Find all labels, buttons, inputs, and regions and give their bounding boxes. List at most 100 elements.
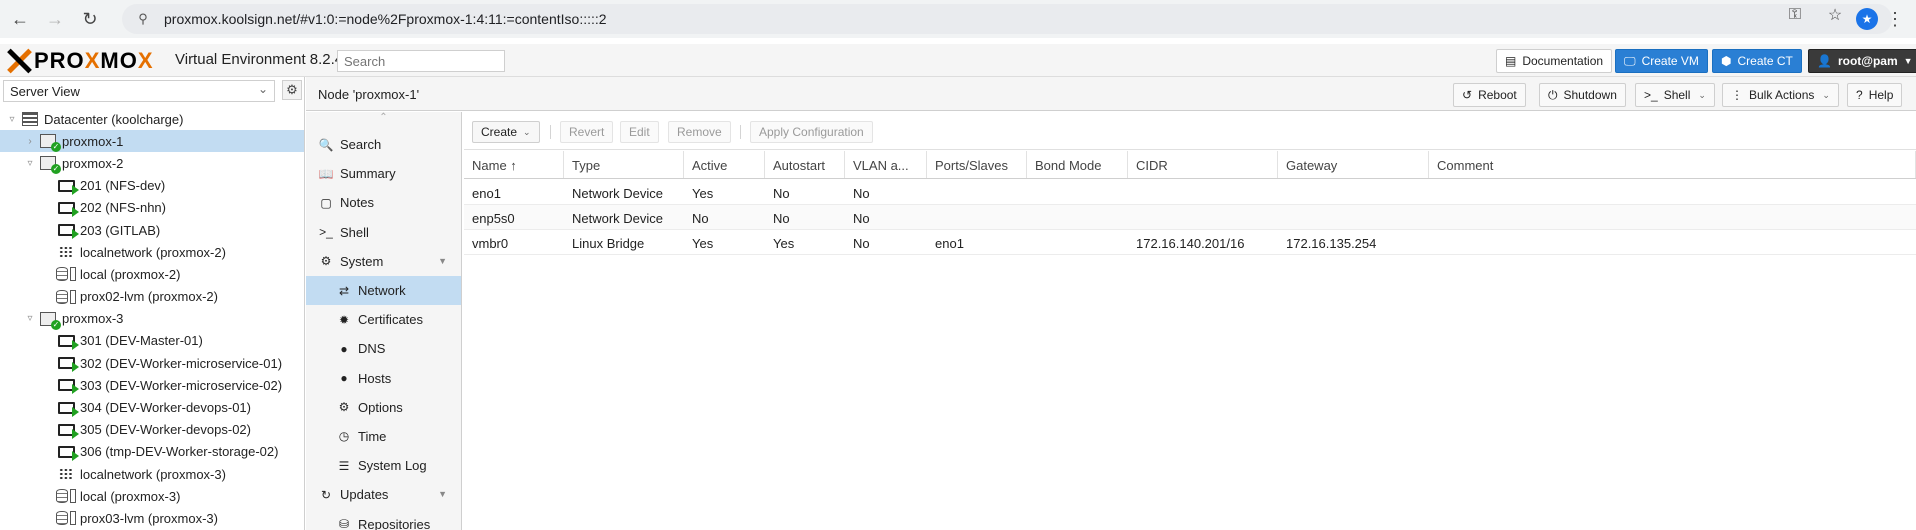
tree-item[interactable]: prox02-lvm (proxmox-2) [0,286,304,308]
notes-icon: ▢ [320,195,332,210]
column-header-comment[interactable]: Comment [1429,151,1916,178]
globe-icon: ● [340,371,348,386]
column-header-autostart[interactable]: Autostart [765,151,845,178]
tree-item[interactable]: prox03-lvm (proxmox-3) [0,507,304,529]
summary-icon: 📖 [318,166,334,181]
create-button[interactable]: Create ⌄ [472,121,540,143]
documentation-button[interactable]: ▤ Documentation [1496,49,1613,73]
back-icon[interactable]: ← [5,4,35,34]
tree-item[interactable]: 302 (DEV-Worker-microservice-01) [0,352,304,374]
tree-item[interactable]: 305 (DEV-Worker-devops-02) [0,419,304,441]
view-selector[interactable]: Server View ⌄ [3,80,275,102]
reload-icon[interactable]: ↻ [75,4,105,34]
certificate-icon: ✹ [338,312,350,327]
vm-running-icon [56,422,79,439]
tree-item[interactable]: ▿ proxmox-2 [0,152,304,175]
help-button[interactable]: ? Help [1847,83,1903,107]
profile-avatar[interactable]: ★ [1856,8,1878,30]
revert-button[interactable]: Revert [560,121,614,143]
tree-item[interactable]: › proxmox-1 [0,130,304,153]
menu-item-summary[interactable]: 📖 Summary [306,159,461,188]
tree-item[interactable]: ▿ Datacenter (koolcharge) [0,108,304,130]
url-text[interactable]: proxmox.koolsign.net/#v1:0:=node%2Fproxm… [164,11,607,27]
menu-item-hosts[interactable]: ● Hosts [306,364,461,393]
menu-item-system-log[interactable]: ☰ System Log [306,451,461,480]
menu-item-network[interactable]: ⇄ Network [306,275,461,306]
tree-item[interactable]: 201 (NFS-dev) [0,175,304,197]
collapse-caret-icon[interactable]: ▼ [438,489,447,499]
password-key-icon[interactable]: ⚿ [1784,4,1806,26]
chevron-down-icon: ⌄ [257,82,268,96]
edit-button[interactable]: Edit [620,121,659,143]
node-online-icon [38,311,61,330]
column-header-bond-mode[interactable]: Bond Mode [1027,151,1128,178]
grid-body: eno1 Network Device Yes No No enp5s0 Network D… [464,180,1916,255]
create-ct-button[interactable]: ⬢ Create CT [1712,49,1802,73]
tree-item[interactable]: 303 (DEV-Worker-microservice-02) [0,374,304,396]
shell-button[interactable]: >_ Shell ⌄ [1635,83,1715,107]
tree-item[interactable]: 306 (tmp-DEV-Worker-storage-02) [0,441,304,463]
search-input[interactable] [337,50,505,72]
site-info-icon[interactable]: ⚲ [134,10,152,28]
table-row[interactable]: eno1 Network Device Yes No No [464,180,1916,205]
tree-item[interactable]: 304 (DEV-Worker-devops-01) [0,396,304,418]
column-header-ports[interactable]: Ports/Slaves [927,151,1027,178]
cell-bond [1027,230,1128,254]
tree-toggle-icon[interactable]: › [24,136,36,147]
scroll-up-icon[interactable]: ⌃ [306,112,461,130]
node-config-menu: ⌃ 🔍 Search 📖 Summary ▢ Notes >_ Shell ⚙ System ▼ ⇄ N… [306,112,462,530]
menu-item-system[interactable]: ⚙ System ▼ [306,247,461,276]
tree-toggle-icon[interactable]: ▿ [24,158,36,169]
tree-item[interactable]: localnetwork (proxmox-3) [0,463,304,485]
create-vm-button[interactable]: 🖵 Create VM [1615,49,1708,73]
tree-toggle-icon[interactable]: ▿ [6,114,18,125]
apply-configuration-button[interactable]: Apply Configuration [750,121,873,143]
menu-item-repositories[interactable]: ⛁ Repositories [306,509,461,530]
menu-item-label: Shell [340,224,369,240]
tree-toggle-icon[interactable]: ▿ [24,313,36,324]
user-menu-button[interactable]: 👤 root@pam ▼ [1808,49,1916,73]
browser-menu-icon[interactable]: ⋮ [1886,8,1904,30]
chevron-down-icon: ▼ [1903,56,1913,66]
tree-item[interactable]: local (proxmox-2) [0,263,304,285]
menu-item-search[interactable]: 🔍 Search [306,130,461,159]
tree-item[interactable]: 301 (DEV-Master-01) [0,330,304,352]
menu-item-certificates[interactable]: ✹ Certificates [306,305,461,334]
tree-item[interactable]: 202 (NFS-nhn) [0,197,304,219]
column-header-name[interactable]: Name ↑ [464,151,564,178]
globe-icon: ● [340,341,348,356]
bookmark-star-icon[interactable]: ☆ [1824,4,1846,26]
cell-type: Network Device [572,186,664,201]
table-row[interactable]: vmbr0 Linux Bridge Yes Yes No eno1 172.16.140.… [464,230,1916,255]
chevron-down-icon: ⌄ [1698,89,1706,100]
menu-item-shell[interactable]: >_ Shell [306,218,461,247]
collapse-caret-icon[interactable]: ▼ [438,256,447,266]
menu-item-notes[interactable]: ▢ Notes [306,188,461,217]
tree-item-label: local (proxmox-3) [80,488,181,504]
tree-item[interactable]: ▿ proxmox-3 [0,308,304,330]
table-row[interactable]: enp5s0 Network Device No No No [464,205,1916,230]
forward-icon[interactable]: → [40,4,70,34]
cell-autostart: No [773,186,790,201]
column-header-vlan[interactable]: VLAN a... [845,151,927,178]
column-header-active[interactable]: Active [684,151,765,178]
menu-item-time[interactable]: ◷ Time [306,422,461,451]
menu-item-dns[interactable]: ● DNS [306,334,461,363]
menu-item-label: Summary [340,166,396,182]
column-header-cidr[interactable]: CIDR [1128,151,1278,178]
address-bar[interactable]: ⚲ proxmox.koolsign.net/#v1:0:=node%2Fpro… [122,4,1892,34]
tree-item[interactable]: local (proxmox-3) [0,485,304,507]
gear-icon[interactable]: ⚙ [282,80,302,100]
column-header-type[interactable]: Type [564,151,684,178]
tree-item[interactable]: 203 (GITLAB) [0,219,304,241]
shutdown-button[interactable]: ⏻ Shutdown [1539,83,1626,107]
cell-comment [1429,230,1916,254]
reboot-button[interactable]: ↺ Reboot [1453,83,1526,107]
menu-item-updates[interactable]: ↻ Updates ▼ [306,480,461,509]
menu-item-options[interactable]: ⚙ Options [306,393,461,422]
storage-icon [56,289,76,305]
remove-button[interactable]: Remove [668,121,731,143]
tree-item[interactable]: localnetwork (proxmox-2) [0,241,304,263]
column-header-gateway[interactable]: Gateway [1278,151,1429,178]
bulk-actions-button[interactable]: ⋮ Bulk Actions ⌄ [1722,83,1839,107]
